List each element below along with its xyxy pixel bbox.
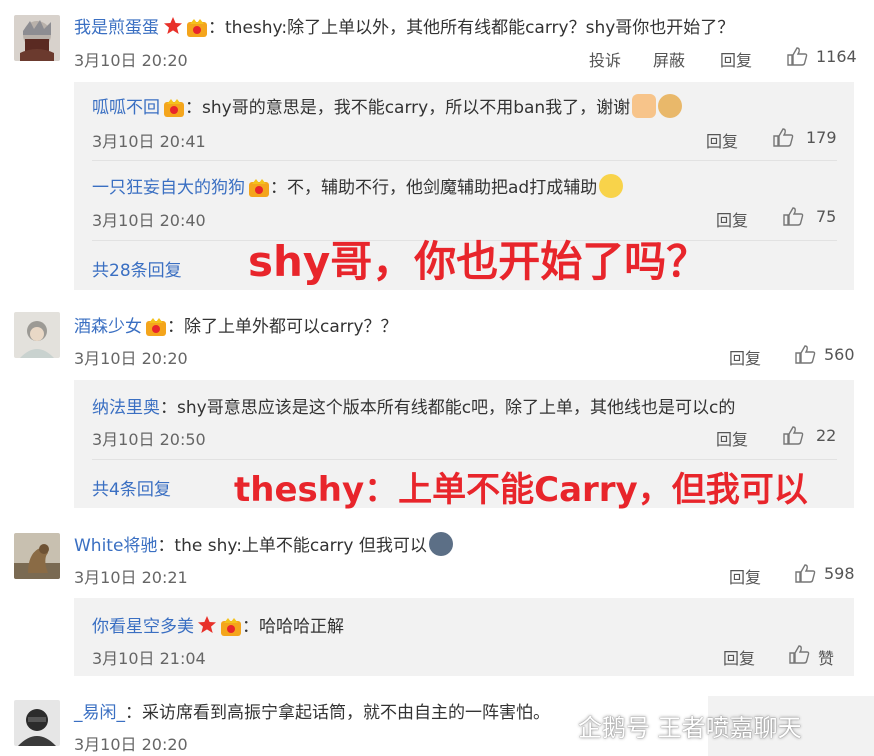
reply-time: 3月10日 21:04 — [92, 649, 206, 668]
like-count: 598 — [824, 564, 855, 583]
caption-overlay: shy哥，你也开始了吗？ — [248, 237, 709, 286]
username[interactable]: White将驰 — [74, 531, 157, 556]
reply-button[interactable]: 回复 — [716, 207, 748, 231]
comment-time: 3月10日 20:20 — [74, 735, 188, 754]
comment-time: 3月10日 20:20 — [74, 349, 188, 368]
comment-time: 3月10日 20:20 — [74, 51, 188, 70]
vip-badge-icon — [220, 617, 242, 637]
reply-text: ：不，辅助不行，他剑魔辅助把ad打成辅助 — [270, 178, 598, 198]
username[interactable]: 酒森少女 — [74, 312, 142, 337]
reply-text: ：哈哈哈正解 — [242, 617, 344, 637]
watermark: 企鹅号 王者喷嘉聊天 — [578, 714, 802, 742]
reply-username[interactable]: 一只狂妄自大的狗狗 — [92, 173, 245, 198]
like-icon[interactable] — [794, 563, 816, 583]
reply-line: 你看星空多美 ：哈哈哈正解 — [92, 612, 344, 637]
avatar[interactable] — [14, 15, 60, 61]
more-replies-link[interactable]: 共28条回复 — [92, 256, 182, 281]
divider — [92, 459, 837, 460]
reply-text: ：shy哥的意思是，我不能carry，所以不用ban我了，谢谢 — [185, 98, 631, 118]
reply-username[interactable]: 你看星空多美 — [92, 612, 194, 637]
like-count: 75 — [816, 207, 837, 226]
comment-time: 3月10日 20:21 — [74, 568, 188, 587]
comment-line: 我是煎蛋蛋 ：theshy:除了上单以外，其他所有线都能carry？shy哥你也… — [74, 13, 734, 38]
like-count: 1164 — [816, 47, 857, 66]
like-count: 179 — [806, 128, 837, 147]
reply-time: 3月10日 20:50 — [92, 430, 206, 449]
avatar[interactable] — [14, 312, 60, 358]
reply-username[interactable]: 纳法里奥 — [92, 393, 160, 418]
reply-line: 一只狂妄自大的狗狗 ：不，辅助不行，他剑魔辅助把ad打成辅助 — [92, 173, 624, 198]
username[interactable]: 我是煎蛋蛋 — [74, 13, 159, 38]
comment-line: White将驰 ：the shy:上单不能carry 但我可以 — [74, 531, 453, 556]
vip-badge-icon — [145, 317, 167, 337]
reply-text: ：shy哥意思应该是这个版本所有线都能c吧，除了上单，其他线也是可以c的 — [160, 398, 736, 418]
like-icon[interactable] — [786, 46, 808, 66]
reply-line: 纳法里奥 ：shy哥意思应该是这个版本所有线都能c吧，除了上单，其他线也是可以c… — [92, 393, 735, 418]
report-button[interactable]: 投诉 — [589, 47, 621, 71]
comment-line: 酒森少女 ：除了上单外都可以carry？？ — [74, 312, 398, 337]
block-button[interactable]: 屏蔽 — [653, 47, 685, 71]
like-label: 赞 — [818, 649, 835, 668]
ok-hand-emoji-icon — [632, 93, 657, 118]
avatar[interactable] — [14, 533, 60, 579]
caption-overlay: theshy：上单不能Carry，但我可以 — [234, 470, 808, 510]
reply-button[interactable]: 回复 — [729, 345, 761, 369]
like-icon[interactable] — [794, 344, 816, 364]
more-replies-link[interactable]: 共4条回复 — [92, 475, 171, 500]
reply-button[interactable]: 回复 — [706, 128, 738, 152]
divider — [92, 160, 837, 161]
comment-text: ：除了上单外都可以carry？？ — [167, 317, 398, 337]
vip-badge-icon — [186, 18, 208, 38]
smug-emoji-icon — [599, 173, 624, 198]
like-icon[interactable] — [788, 644, 810, 664]
reply-time: 3月10日 20:40 — [92, 211, 206, 230]
doge-emoji-icon — [658, 93, 683, 118]
comment-line: _易闲_ ：采访席看到高振宁拿起话筒，就不由自主的一阵害怕。 — [74, 698, 550, 723]
star-badge-icon — [198, 615, 216, 633]
reply-button[interactable]: 回复 — [720, 47, 752, 71]
like-count: 560 — [824, 345, 855, 364]
like-count: 22 — [816, 426, 837, 445]
reply-time: 3月10日 20:41 — [92, 132, 206, 151]
vip-badge-icon — [248, 178, 270, 198]
like-icon[interactable] — [772, 127, 794, 147]
reply-line: 呱呱不回 ：shy哥的意思是，我不能carry，所以不用ban我了，谢谢 — [92, 93, 683, 118]
reply-button[interactable]: 回复 — [723, 645, 755, 669]
reply-button[interactable]: 回复 — [716, 426, 748, 450]
reply-username[interactable]: 呱呱不回 — [92, 93, 160, 118]
reply-button[interactable]: 回复 — [729, 564, 761, 588]
like-icon[interactable] — [782, 206, 804, 226]
like-icon[interactable] — [782, 425, 804, 445]
avatar[interactable] — [14, 700, 60, 746]
vip-badge-icon — [163, 98, 185, 118]
husky-emoji-icon — [428, 531, 453, 556]
comment-text: ：the shy:上单不能carry 但我可以 — [157, 536, 427, 556]
star-badge-icon — [164, 16, 182, 34]
username[interactable]: _易闲_ — [74, 698, 125, 723]
comment-text: ：采访席看到高振宁拿起话筒，就不由自主的一阵害怕。 — [125, 703, 550, 723]
comment-text: ：theshy:除了上单以外，其他所有线都能carry？shy哥你也开始了？ — [208, 18, 735, 38]
